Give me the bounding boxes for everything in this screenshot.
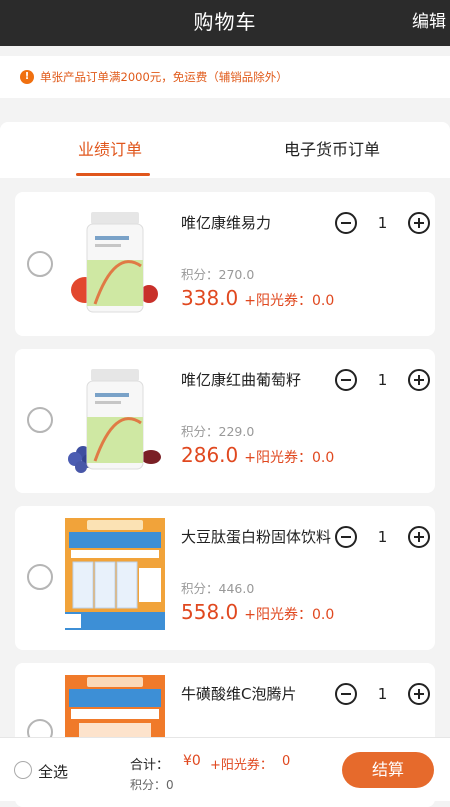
quantity-stepper: 1 <box>335 524 430 550</box>
cart-item: 大豆肽蛋白粉固体饮料 1 积分：446.0 558.0 +阳光券：0.0 <box>15 506 435 650</box>
minus-icon[interactable] <box>335 369 357 391</box>
product-name[interactable]: 唯亿康维易力 <box>181 212 331 233</box>
item-select-radio[interactable] <box>27 407 53 433</box>
price: 338.0 <box>181 286 239 310</box>
warning-icon: ! <box>20 70 34 84</box>
points-label: 积分：446.0 <box>181 581 255 596</box>
page-title: 购物车 <box>193 10 257 34</box>
item-select-radio[interactable] <box>27 564 53 590</box>
plus-icon[interactable] <box>408 369 430 391</box>
quantity-value: 1 <box>377 214 388 232</box>
product-image <box>71 212 158 313</box>
price-line: 286.0 +阳光券：0.0 <box>181 443 334 467</box>
minus-icon[interactable] <box>335 526 357 548</box>
quantity-value: 1 <box>377 685 388 703</box>
sun-coupon-value: 0 <box>282 754 291 769</box>
shipping-notice: ! 单张产品订单满2000元，免运费（辅销品除外） <box>0 56 450 98</box>
plus-icon[interactable] <box>408 526 430 548</box>
plus-icon[interactable] <box>408 212 430 234</box>
total-value: ¥0 <box>183 753 201 769</box>
cart-footer: 全选 合计： ¥0 +阳光券： 0 积分：0 结算 <box>0 737 450 801</box>
product-image <box>65 518 165 630</box>
product-name[interactable]: 大豆肽蛋白粉固体饮料 <box>181 526 331 547</box>
price-line: 558.0 +阳光券：0.0 <box>181 600 334 624</box>
product-image <box>68 369 161 473</box>
item-select-radio[interactable] <box>27 251 53 277</box>
edit-button[interactable]: 编辑 <box>412 7 446 32</box>
quantity-value: 1 <box>377 371 388 389</box>
sun-coupon: +阳光券：0.0 <box>244 607 335 623</box>
minus-icon[interactable] <box>335 212 357 234</box>
total-points: 积分：0 <box>130 778 174 792</box>
active-tab-indicator <box>76 173 150 176</box>
sun-coupon: +阳光券：0.0 <box>244 293 335 309</box>
points-label: 积分：229.0 <box>181 424 255 439</box>
quantity-stepper: 1 <box>335 681 430 707</box>
price: 286.0 <box>181 443 239 467</box>
app-header: 购物车 编辑 <box>0 0 450 46</box>
product-name[interactable]: 唯亿康红曲葡萄籽 <box>181 369 331 390</box>
cart-item: 唯亿康红曲葡萄籽 1 积分：229.0 286.0 +阳光券：0.0 <box>15 349 435 493</box>
quantity-value: 1 <box>377 528 388 546</box>
select-all-label[interactable]: 全选 <box>38 761 68 782</box>
quantity-stepper: 1 <box>335 367 430 393</box>
order-tabs: 业绩订单 电子货币订单 <box>0 122 450 178</box>
product-name[interactable]: 牛磺酸维C泡腾片 <box>181 683 331 704</box>
quantity-stepper: 1 <box>335 210 430 236</box>
price: 558.0 <box>181 600 239 624</box>
sun-coupon: +阳光券：0.0 <box>244 450 335 466</box>
tab-performance-orders[interactable]: 业绩订单 <box>78 136 142 160</box>
cart-item: 唯亿康维易力 1 积分：270.0 338.0 +阳光券：0.0 <box>15 192 435 336</box>
price-line: 338.0 +阳光券：0.0 <box>181 286 334 310</box>
checkout-button[interactable]: 结算 <box>342 752 434 788</box>
sun-coupon-label: +阳光券： <box>210 758 273 773</box>
points-label: 积分：270.0 <box>181 267 255 282</box>
total-label: 合计： <box>130 758 170 773</box>
select-all-radio[interactable] <box>14 761 32 779</box>
minus-icon[interactable] <box>335 683 357 705</box>
notice-text: 单张产品订单满2000元，免运费（辅销品除外） <box>40 70 288 84</box>
tab-ecurrency-orders[interactable]: 电子货币订单 <box>284 136 380 160</box>
plus-icon[interactable] <box>408 683 430 705</box>
